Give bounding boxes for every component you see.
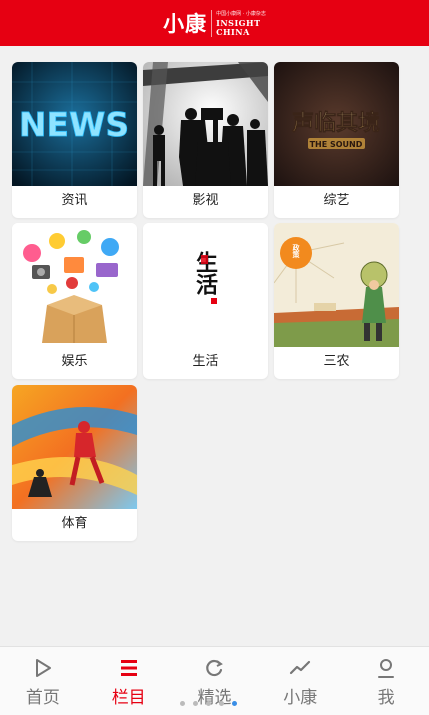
- tab-label: 首页: [25, 688, 60, 708]
- category-label: 生活: [192, 354, 219, 369]
- category-card-sports[interactable]: 体育: [12, 385, 137, 541]
- category-label: 体育: [61, 516, 88, 531]
- tab-columns[interactable]: 栏目: [86, 647, 172, 715]
- category-label: 资讯: [61, 193, 88, 208]
- category-label: 三农: [323, 354, 350, 369]
- category-card-life[interactable]: 生活 生活: [143, 223, 268, 379]
- agriculture-thumbnail: 政策: [274, 223, 399, 347]
- category-label: 影视: [192, 193, 219, 208]
- variety-image-subtext: THE SOUND: [310, 140, 363, 149]
- category-label: 综艺: [323, 193, 350, 208]
- tab-label: 栏目: [111, 688, 146, 708]
- tab-home[interactable]: 首页: [0, 647, 86, 715]
- category-card-agriculture[interactable]: 政策 三农: [274, 223, 399, 379]
- logo-en-line2: CHINA: [216, 26, 250, 37]
- film-thumbnail: [143, 62, 268, 186]
- category-card-entertainment[interactable]: 娱乐: [12, 223, 137, 379]
- app-logo: 小康 中国小康网 · 小康杂志 INSIGHT CHINA: [163, 8, 266, 38]
- news-thumbnail: NEWS: [12, 62, 137, 186]
- page-dot-active: [232, 701, 237, 706]
- category-card-variety[interactable]: 声临其境 THE SOUND 综艺: [274, 62, 399, 218]
- tab-xiaokang[interactable]: 小康: [257, 647, 343, 715]
- logo-tagline: 中国小康网 · 小康杂志: [216, 10, 266, 17]
- trend-icon: [290, 660, 311, 675]
- variety-image-text: 声临其境: [291, 110, 380, 136]
- page-dot: [193, 701, 198, 706]
- refresh-icon: [206, 659, 224, 677]
- sports-thumbnail: [12, 385, 137, 509]
- logo-main-text: 小康: [163, 12, 208, 36]
- page-indicator: [180, 701, 237, 706]
- category-label: 娱乐: [61, 354, 88, 369]
- user-icon: [378, 659, 395, 678]
- menu-icon: [120, 660, 137, 676]
- tab-label: 小康: [283, 688, 318, 708]
- play-icon: [35, 659, 51, 677]
- life-thumbnail: 生活: [143, 223, 268, 347]
- page-dot: [219, 701, 224, 706]
- agriculture-image-text: 政策: [292, 243, 301, 259]
- page-dot: [180, 701, 185, 706]
- entertainment-thumbnail: [12, 223, 137, 347]
- tab-me[interactable]: 我: [343, 647, 429, 715]
- app-header: 小康 中国小康网 · 小康杂志 INSIGHT CHINA: [0, 0, 429, 46]
- tab-label: 我: [377, 688, 395, 708]
- logo-sub: 中国小康网 · 小康杂志 INSIGHT CHINA: [211, 9, 266, 37]
- variety-thumbnail: 声临其境 THE SOUND: [274, 62, 399, 186]
- news-image-text: NEWS: [19, 105, 129, 144]
- category-card-news[interactable]: NEWS 资讯: [12, 62, 137, 218]
- category-card-film[interactable]: 影视: [143, 62, 268, 218]
- page-dot: [206, 701, 211, 706]
